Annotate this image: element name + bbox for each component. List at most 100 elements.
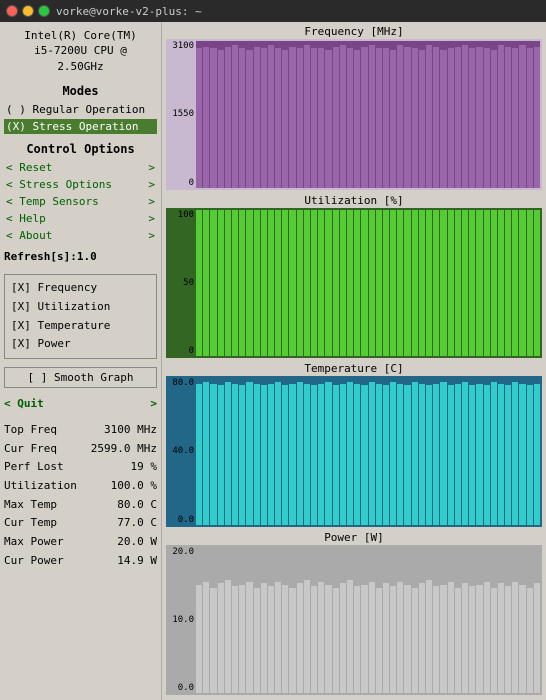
- bar: [484, 385, 490, 524]
- toggle-frequency[interactable]: [X] Frequency: [11, 279, 150, 298]
- bar: [225, 580, 231, 693]
- bar: [376, 588, 382, 693]
- control-help[interactable]: < Help >: [4, 211, 157, 226]
- bar: [505, 47, 511, 188]
- bar: [254, 384, 260, 525]
- mode-stress[interactable]: (X) Stress Operation: [4, 119, 157, 134]
- bar: [210, 384, 216, 525]
- bar: [527, 210, 533, 357]
- power-bars: [196, 547, 540, 694]
- bar: [390, 50, 396, 188]
- bar: [289, 210, 295, 357]
- bar: [347, 382, 353, 524]
- bar: [340, 384, 346, 525]
- bar: [218, 385, 224, 524]
- bar: [225, 382, 231, 524]
- bar: [376, 384, 382, 525]
- temp-y-labels: 80.0 40.0 0.0: [168, 378, 196, 525]
- bar: [448, 210, 454, 357]
- control-reset[interactable]: < Reset >: [4, 160, 157, 175]
- stat-label: Top Freq: [4, 421, 57, 440]
- bar: [232, 210, 238, 357]
- bar: [246, 582, 252, 693]
- cpu-name: Intel(R) Core(TM): [4, 28, 157, 43]
- bar: [426, 210, 432, 357]
- quit-control[interactable]: < Quit >: [4, 397, 157, 410]
- bar: [383, 385, 389, 524]
- control-temp-sensors[interactable]: < Temp Sensors >: [4, 194, 157, 209]
- bar: [455, 588, 461, 693]
- bar: [412, 48, 418, 187]
- bar: [311, 210, 317, 357]
- bar: [268, 45, 274, 187]
- bar: [282, 585, 288, 693]
- bar: [369, 210, 375, 357]
- bar: [210, 588, 216, 693]
- stat-value: 100.0 %: [111, 477, 157, 496]
- control-help-label: < Help: [6, 212, 46, 225]
- utilization-chart: Utilization [%] 100 50 0: [166, 194, 542, 361]
- stat-label: Cur Power: [4, 552, 64, 571]
- maximize-button[interactable]: [38, 5, 50, 17]
- bar: [210, 210, 216, 357]
- bar: [469, 48, 475, 187]
- close-button[interactable]: [6, 5, 18, 17]
- bar: [369, 582, 375, 693]
- bar: [426, 385, 432, 524]
- bar: [318, 582, 324, 693]
- bar: [369, 382, 375, 524]
- bar: [354, 210, 360, 357]
- bar: [397, 582, 403, 693]
- minimize-button[interactable]: [22, 5, 34, 17]
- control-about[interactable]: < About >: [4, 228, 157, 243]
- bar: [383, 48, 389, 187]
- bar: [239, 385, 245, 524]
- bar: [519, 384, 525, 525]
- smooth-graph-button[interactable]: [ ] Smooth Graph: [4, 367, 157, 388]
- bar: [297, 48, 303, 187]
- bar: [333, 588, 339, 693]
- bar: [462, 45, 468, 187]
- window-controls[interactable]: [6, 5, 50, 17]
- bar: [347, 48, 353, 187]
- mode-regular[interactable]: ( ) Regular Operation: [4, 102, 157, 117]
- bar: [419, 210, 425, 357]
- toggle-temperature[interactable]: [X] Temperature: [11, 317, 150, 336]
- control-reset-arrow: >: [148, 161, 155, 174]
- bar: [498, 583, 504, 693]
- bar: [397, 210, 403, 357]
- bar: [225, 210, 231, 357]
- bar: [340, 583, 346, 693]
- bar: [412, 210, 418, 357]
- bar: [218, 50, 224, 188]
- bar: [397, 384, 403, 525]
- bar: [484, 582, 490, 693]
- bar: [390, 586, 396, 693]
- bar: [498, 45, 504, 187]
- bar: [412, 382, 418, 524]
- control-stress-options[interactable]: < Stress Options >: [4, 177, 157, 192]
- bar: [491, 210, 497, 357]
- bar: [448, 385, 454, 524]
- stat-value: 20.0 W: [117, 533, 157, 552]
- bar: [282, 50, 288, 188]
- toggle-power[interactable]: [X] Power: [11, 335, 150, 354]
- bar: [440, 50, 446, 188]
- chart-toggles: [X] Frequency[X] Utilization[X] Temperat…: [4, 274, 157, 359]
- bar: [268, 210, 274, 357]
- bar: [462, 382, 468, 524]
- bar: [376, 210, 382, 357]
- stat-value: 2599.0 MHz: [91, 440, 157, 459]
- toggle-utilization[interactable]: [X] Utilization: [11, 298, 150, 317]
- window-title: vorke@vorke-v2-plus: ~: [56, 5, 202, 18]
- stat-label: Utilization: [4, 477, 77, 496]
- bar: [311, 385, 317, 524]
- temperature-bars: [196, 378, 540, 525]
- bar: [404, 385, 410, 524]
- bar: [261, 48, 267, 187]
- bar: [275, 582, 281, 693]
- bar: [239, 585, 245, 693]
- control-temp-arrow: >: [148, 195, 155, 208]
- bar: [246, 210, 252, 357]
- bar: [519, 585, 525, 693]
